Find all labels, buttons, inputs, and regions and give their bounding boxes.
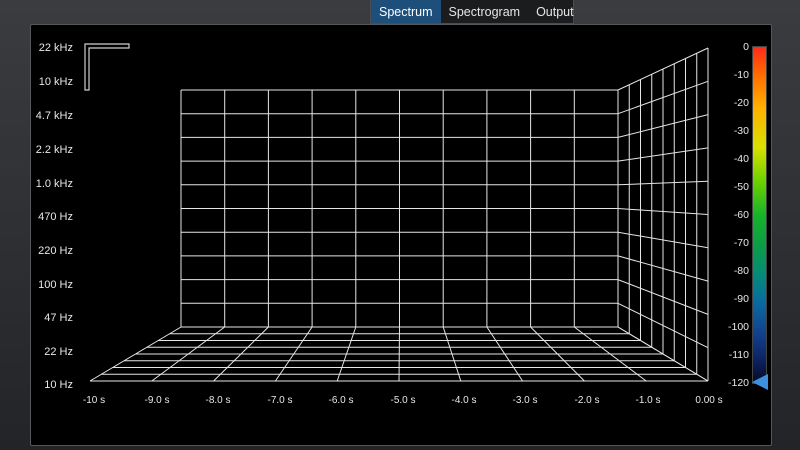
waterfall-grid [89, 47, 709, 382]
x-label: -6.0 s [328, 395, 354, 406]
x-label: -8.0 s [205, 395, 231, 406]
y-label: 2.2 kHz [35, 144, 73, 156]
y-label: 10 Hz [44, 379, 73, 391]
db-label: -40 [733, 153, 749, 165]
y-label: 22 Hz [44, 346, 73, 358]
x-label: -10 s [82, 395, 106, 406]
db-label: 0 [743, 41, 749, 53]
level-pointer-handle[interactable] [752, 374, 768, 390]
y-label: 10 kHz [38, 76, 73, 88]
y-label: 47 Hz [44, 312, 73, 324]
x-label: -7.0 s [267, 395, 293, 406]
y-label: 470 Hz [38, 211, 73, 223]
db-label: -110 [728, 349, 749, 361]
y-label: 220 Hz [38, 245, 73, 257]
db-label: -80 [733, 265, 749, 277]
db-label: -90 [733, 293, 749, 305]
x-label: -4.0 s [451, 395, 477, 406]
db-label: -100 [727, 321, 749, 333]
db-label: -10 [733, 69, 749, 81]
db-label: -50 [733, 181, 749, 193]
y-label: 100 Hz [38, 279, 73, 291]
x-label: -3.0 s [512, 395, 538, 406]
x-label: 0.00 s [695, 395, 723, 406]
db-label: -120 [727, 377, 749, 389]
y-label: 4.7 kHz [35, 110, 73, 122]
x-label: -5.0 s [390, 395, 416, 406]
y-label: 1.0 kHz [35, 178, 73, 190]
x-label: -1.0 s [635, 395, 661, 406]
db-label: -30 [733, 125, 749, 137]
db-label: -60 [733, 209, 749, 221]
x-label: -9.0 s [144, 395, 170, 406]
y-label: 22 kHz [38, 42, 73, 54]
x-label: -2.0 s [574, 395, 600, 406]
db-label: -20 [733, 97, 749, 109]
level-colorbar [752, 46, 767, 384]
db-label: -70 [733, 237, 749, 249]
